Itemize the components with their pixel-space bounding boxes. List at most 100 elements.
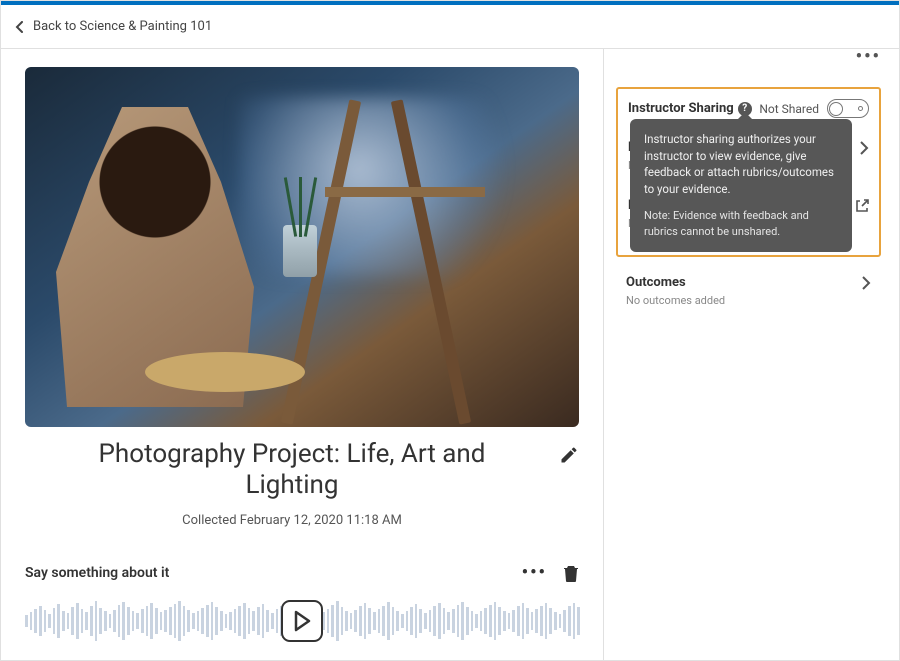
waveform-bar bbox=[508, 613, 511, 629]
sharing-toggle[interactable] bbox=[827, 99, 869, 118]
waveform-bar bbox=[396, 611, 399, 631]
waveform-bar bbox=[248, 608, 251, 634]
breadcrumb[interactable]: Back to Science & Painting 101 bbox=[1, 5, 899, 49]
waveform-bar bbox=[62, 611, 65, 631]
waveform-bar bbox=[350, 613, 353, 629]
waveform-bar bbox=[201, 608, 204, 634]
waveform-bar bbox=[118, 605, 121, 637]
sharing-status: Not Shared bbox=[759, 102, 819, 116]
trash-icon[interactable] bbox=[563, 564, 579, 582]
waveform-bar bbox=[183, 606, 186, 636]
waveform-bar bbox=[368, 608, 371, 634]
waveform-bar bbox=[53, 608, 56, 634]
waveform-bar bbox=[359, 606, 362, 636]
waveform-bar bbox=[44, 610, 47, 632]
outcomes-section: Outcomes No outcomes added bbox=[626, 275, 871, 307]
waveform-bar bbox=[71, 607, 74, 635]
waveform-bar bbox=[90, 606, 93, 636]
instructor-sharing-box: Instructor Sharing ? Not Shared Instruct… bbox=[616, 87, 881, 257]
audio-waveform bbox=[25, 592, 579, 650]
pencil-icon[interactable] bbox=[559, 445, 579, 465]
waveform-bar bbox=[48, 614, 51, 628]
waveform-bar bbox=[457, 605, 460, 637]
main-panel: Photography Project: Life, Art and Light… bbox=[1, 49, 604, 660]
waveform-bar bbox=[559, 614, 562, 628]
waveform-bar bbox=[526, 608, 529, 634]
waveform-bar bbox=[406, 611, 409, 631]
waveform-bar bbox=[178, 601, 181, 641]
waveform-bar bbox=[174, 604, 177, 638]
waveform-bar bbox=[132, 611, 135, 631]
waveform-bar bbox=[211, 602, 214, 640]
waveform-bar bbox=[568, 606, 571, 636]
external-link-icon[interactable] bbox=[855, 199, 869, 213]
waveform-bar bbox=[378, 609, 381, 633]
waveform-bar bbox=[197, 611, 200, 631]
waveform-bar bbox=[187, 610, 190, 632]
waveform-bar bbox=[545, 603, 548, 639]
waveform-bar bbox=[39, 606, 42, 636]
waveform-bar bbox=[341, 607, 344, 635]
waveform-bar bbox=[512, 610, 515, 632]
tooltip-main: Instructor sharing authorizes your instr… bbox=[644, 131, 838, 198]
waveform-bar bbox=[429, 610, 432, 632]
waveform-bar bbox=[164, 610, 167, 632]
waveform-bar bbox=[577, 607, 580, 635]
waveform-bar bbox=[498, 607, 501, 635]
waveform-bar bbox=[354, 610, 357, 632]
waveform-bar bbox=[494, 602, 497, 640]
waveform-bar bbox=[549, 608, 552, 634]
waveform-bar bbox=[461, 602, 464, 640]
tooltip-note: Note: Evidence with feedback and rubrics… bbox=[644, 208, 838, 240]
waveform-bar bbox=[382, 606, 385, 636]
outcomes-title: Outcomes bbox=[626, 275, 686, 290]
waveform-bar bbox=[76, 603, 79, 639]
comment-prompt: Say something about it bbox=[25, 565, 169, 581]
waveform-bar bbox=[206, 605, 209, 637]
play-icon bbox=[292, 610, 312, 632]
waveform-bar bbox=[141, 609, 144, 633]
waveform-bar bbox=[276, 609, 279, 633]
chevron-right-icon[interactable] bbox=[859, 141, 869, 155]
waveform-bar bbox=[225, 614, 228, 628]
waveform-bar bbox=[155, 608, 158, 634]
waveform-bar bbox=[113, 610, 116, 632]
breadcrumb-label: Back to Science & Painting 101 bbox=[33, 19, 212, 34]
waveform-bar bbox=[489, 605, 492, 637]
waveform-bar bbox=[401, 614, 404, 628]
waveform-bar bbox=[480, 611, 483, 631]
waveform-bar bbox=[345, 611, 348, 631]
waveform-bar bbox=[419, 609, 422, 633]
waveform-bar bbox=[522, 603, 525, 639]
waveform-bar bbox=[81, 609, 84, 633]
waveform-bar bbox=[447, 612, 450, 630]
waveform-bar bbox=[471, 611, 474, 631]
evidence-image bbox=[25, 67, 579, 427]
chevron-right-icon[interactable] bbox=[861, 276, 871, 290]
collected-timestamp: Collected February 12, 2020 11:18 AM bbox=[25, 513, 559, 528]
waveform-bar bbox=[234, 609, 237, 633]
waveform-bar bbox=[475, 614, 478, 628]
waveform-bar bbox=[443, 608, 446, 634]
waveform-bar bbox=[99, 608, 102, 634]
waveform-bar bbox=[415, 604, 418, 638]
waveform-bar bbox=[30, 612, 33, 630]
waveform-bar bbox=[466, 607, 469, 635]
outcomes-sub: No outcomes added bbox=[626, 294, 871, 307]
sidebar-panel: ••• Instructor Sharing ? Not Shared Inst… bbox=[604, 49, 899, 660]
waveform-bar bbox=[484, 608, 487, 634]
waveform-bar bbox=[85, 612, 88, 630]
sharing-tooltip: Instructor sharing authorizes your instr… bbox=[630, 119, 852, 252]
waveform-bar bbox=[238, 606, 241, 636]
waveform-bar bbox=[517, 606, 520, 636]
waveform-bar bbox=[262, 604, 265, 638]
waveform-bar bbox=[150, 603, 153, 639]
waveform-bar bbox=[243, 603, 246, 639]
waveform-bar bbox=[336, 601, 339, 641]
waveform-bar bbox=[57, 604, 60, 638]
play-button[interactable] bbox=[281, 600, 323, 642]
waveform-bar bbox=[169, 607, 172, 635]
waveform-bar bbox=[540, 606, 543, 636]
waveform-bar bbox=[257, 607, 260, 635]
waveform-bar bbox=[424, 613, 427, 629]
